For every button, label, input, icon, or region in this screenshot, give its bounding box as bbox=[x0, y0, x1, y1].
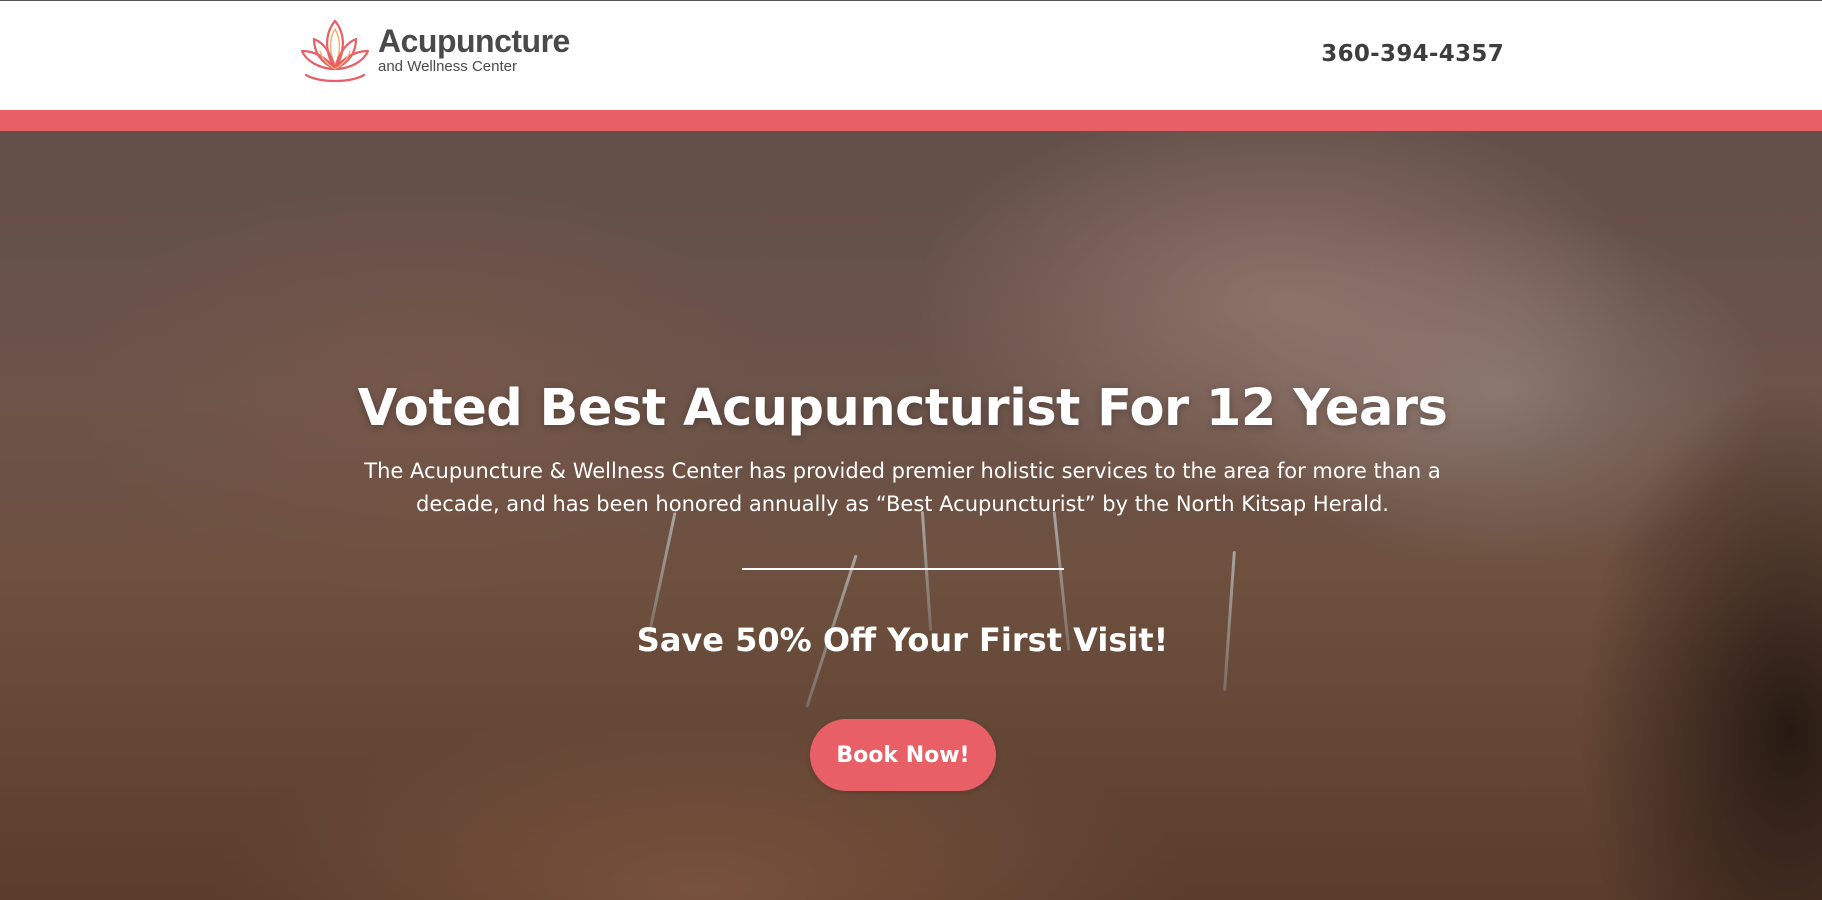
site-header: Acupuncture and Wellness Center 360-394-… bbox=[0, 1, 1822, 110]
phone-number-link[interactable]: 360-394-4357 bbox=[1321, 41, 1504, 67]
logo-title: Acupuncture bbox=[378, 23, 570, 59]
hero-section: Voted Best Acupuncturist For 12 Years Th… bbox=[0, 131, 1822, 900]
lotus-icon bbox=[300, 19, 370, 83]
book-now-button[interactable]: Book Now! bbox=[810, 719, 996, 791]
hero-description: The Acupuncture & Wellness Center has pr… bbox=[364, 459, 1441, 516]
logo-subtitle: and Wellness Center bbox=[378, 58, 517, 75]
hero-offer: Save 50% Off Your First Visit! bbox=[636, 621, 1169, 659]
hero-title: Voted Best Acupuncturist For 12 Years bbox=[357, 379, 1448, 438]
site-logo[interactable]: Acupuncture and Wellness Center bbox=[300, 17, 570, 87]
logo-text: Acupuncture and Wellness Center bbox=[378, 24, 570, 75]
accent-bar bbox=[0, 110, 1822, 131]
hero-divider bbox=[742, 568, 1064, 570]
